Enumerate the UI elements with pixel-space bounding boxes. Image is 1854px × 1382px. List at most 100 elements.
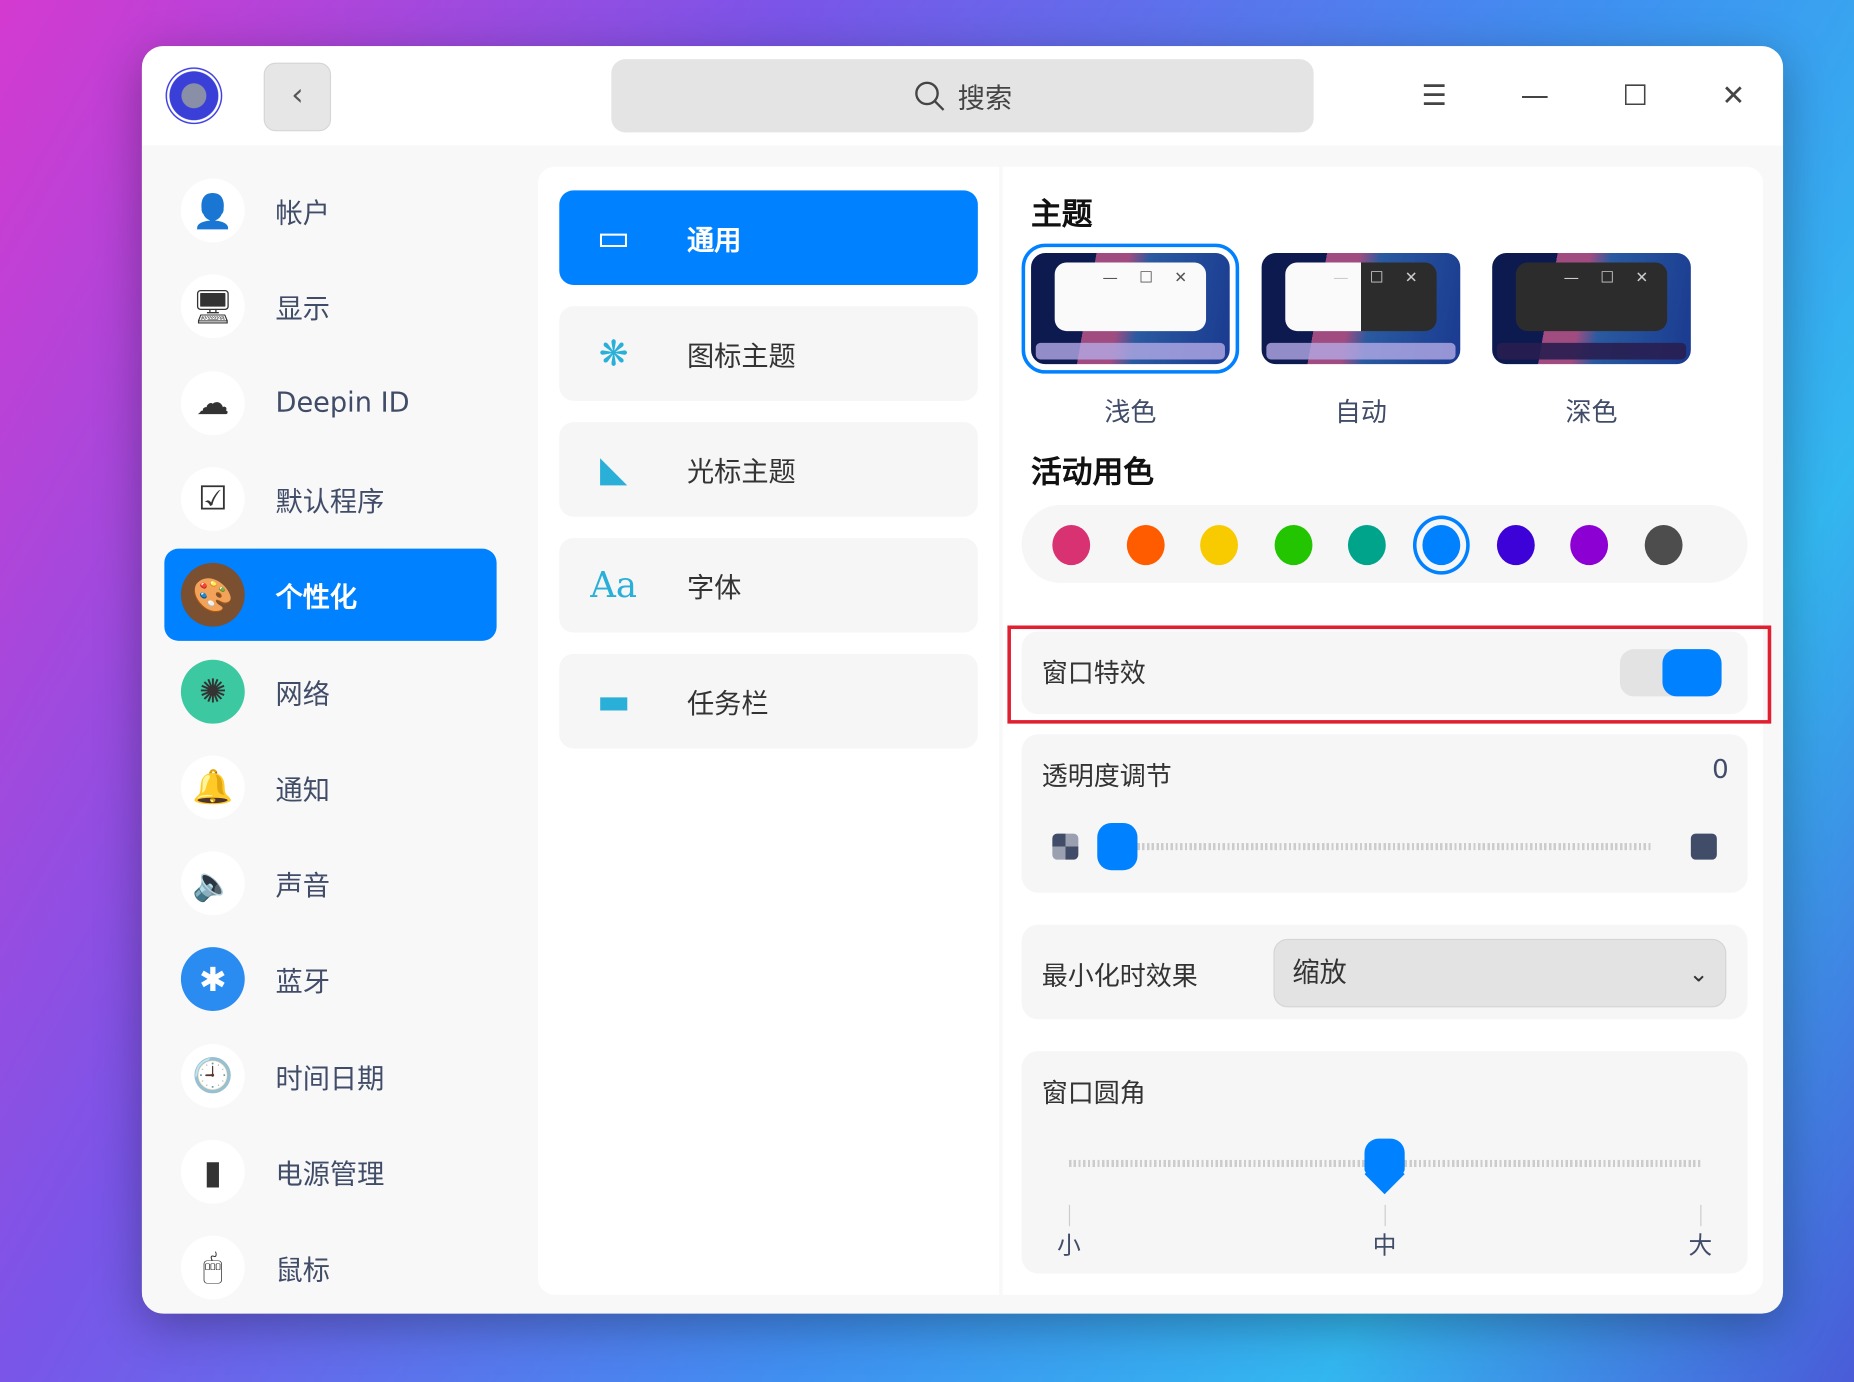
slider-tick	[1384, 1204, 1386, 1227]
sidebar-item-label: 显示	[275, 294, 330, 326]
sidebar-item[interactable]: 🎨 个性化	[164, 548, 497, 642]
theme-preview-button-icon: ☐	[1600, 269, 1615, 288]
submenu-item[interactable]: Aa 字体	[559, 537, 978, 633]
accent-color-swatch[interactable]	[1348, 524, 1387, 566]
theme-preview-button-icon: —	[1102, 269, 1118, 288]
slider-tick-label: 小	[1057, 1230, 1081, 1260]
taskbar-icon: ▬	[596, 680, 631, 722]
transparency-card: 透明度调节 0	[1021, 734, 1748, 893]
slider-tick	[1700, 1204, 1702, 1227]
sidebar-item-label: 蓝牙	[275, 967, 330, 999]
transparency-label: 透明度调节	[1041, 762, 1172, 793]
mouse-icon: 🖱	[180, 1235, 245, 1300]
account-icon: 👤	[180, 178, 245, 243]
submenu-item-label: 图标主题	[686, 341, 796, 373]
minimize-effect-label: 最小化时效果	[1041, 962, 1198, 993]
power-icon: ▮	[180, 1139, 245, 1204]
transparency-slider-thumb[interactable]	[1097, 822, 1138, 871]
menu-button[interactable]: ☰	[1411, 72, 1458, 119]
sidebar-item[interactable]: ✱ 蓝牙	[164, 933, 496, 1025]
sidebar-item-label: 个性化	[275, 583, 358, 614]
accent-color-swatch[interactable]	[1052, 524, 1091, 566]
icon-theme-icon: ❋	[598, 332, 629, 375]
close-button[interactable]: ✕	[1710, 72, 1757, 119]
theme-heading: 主题	[1031, 197, 1093, 233]
theme-preview-window: — ☐ ✕	[1054, 262, 1207, 332]
accent-color-swatch[interactable]	[1200, 524, 1239, 566]
cursor-theme-icon: ◣	[600, 448, 628, 491]
minimize-button[interactable]: —	[1511, 72, 1558, 119]
theme-preview-window: — ☐ ✕	[1285, 262, 1437, 332]
submenu-item-label: 通用	[686, 225, 742, 257]
theme-preview-button-icon: —	[1563, 269, 1580, 288]
minimize-effect-value: 缩放	[1292, 957, 1347, 989]
sidebar-item[interactable]: ☁ Deepin ID	[164, 357, 496, 449]
theme-label: 自动	[1334, 398, 1387, 429]
search-placeholder: 搜索	[957, 83, 1013, 115]
window-effect-toggle[interactable]	[1619, 649, 1722, 697]
accent-color-picker	[1021, 504, 1748, 583]
notification-icon: 🔔	[180, 755, 245, 820]
theme-preview-button-icon: ☐	[1369, 269, 1384, 288]
general-icon: ▭	[596, 216, 631, 259]
theme-preview-button-icon: ✕	[1404, 269, 1418, 288]
submenu-item[interactable]: ❋ 图标主题	[559, 306, 978, 401]
accent-color-swatch[interactable]	[1496, 524, 1535, 566]
transparency-value: 0	[1712, 755, 1729, 786]
control-center-window: ‹ 搜索 ☰ — ☐ ✕ 👤 帐户 🖥 显示 ☁ Deepin ID ☑ 默认程序 🎨 个性化 ✺ 网…	[141, 46, 1784, 1314]
sidebar-item-label: 默认程序	[275, 487, 385, 518]
personalization-icon: 🎨	[180, 563, 245, 627]
theme-preview-dock	[1035, 342, 1225, 360]
sidebar-item[interactable]: 🔔 通知	[164, 741, 496, 833]
sidebar-item[interactable]: ▮ 电源管理	[164, 1126, 496, 1218]
theme-preview-button-icon: ✕	[1174, 269, 1188, 288]
theme-option[interactable]: — ☐ ✕	[1492, 253, 1691, 365]
submenu-item[interactable]: ▬ 任务栏	[559, 653, 978, 749]
sidebar-item-label: 鼠标	[275, 1256, 330, 1287]
submenu-panel: ▭ 通用 ❋ 图标主题 ◣ 光标主题 Aa 字体 ▬ 任务栏	[537, 166, 1000, 1295]
sidebar-item[interactable]: 👤 帐户	[164, 164, 496, 256]
accent-color-swatch[interactable]	[1126, 524, 1165, 566]
transparency-slider-track[interactable]	[1137, 843, 1653, 851]
submenu-item[interactable]: ▭ 通用	[559, 190, 978, 285]
slider-tick	[1068, 1204, 1071, 1227]
accent-color-swatch[interactable]	[1570, 524, 1609, 566]
submenu-item[interactable]: ◣ 光标主题	[559, 422, 978, 517]
sidebar-item-label: 电源管理	[275, 1159, 385, 1191]
theme-option[interactable]: — ☐ ✕	[1261, 253, 1461, 365]
submenu-item-label: 任务栏	[686, 689, 769, 721]
slider-tick-label: 中	[1372, 1230, 1397, 1260]
display-icon: 🖥	[180, 274, 245, 339]
sidebar-item-label: Deepin ID	[275, 387, 410, 419]
theme-preview-window: — ☐ ✕	[1515, 262, 1668, 332]
submenu-item-label: 光标主题	[686, 457, 796, 489]
theme-preview-dock	[1496, 342, 1687, 360]
search-input[interactable]: 搜索	[611, 59, 1314, 133]
submenu-item-label: 字体	[686, 573, 742, 605]
sidebar-item-label: 通知	[275, 775, 330, 807]
sidebar-item[interactable]: 🕘 时间日期	[164, 1030, 496, 1122]
back-button[interactable]: ‹	[263, 62, 332, 132]
sidebar-item-label: 声音	[275, 871, 330, 903]
sidebar-item[interactable]: ✺ 网络	[164, 645, 496, 737]
datetime-icon: 🕘	[180, 1043, 245, 1108]
sidebar-item[interactable]: 🖱 鼠标	[164, 1222, 496, 1314]
window-effect-label: 窗口特效	[1041, 659, 1146, 690]
sidebar-item[interactable]: ☑ 默认程序	[164, 453, 496, 545]
accent-color-swatch[interactable]	[1274, 524, 1313, 566]
sidebar-item[interactable]: 🖥 显示	[164, 260, 496, 352]
transparency-high-icon	[1690, 833, 1717, 860]
window-corner-card: 窗口圆角 小 中 大	[1021, 1051, 1748, 1274]
sidebar-item[interactable]: 🔈 声音	[164, 837, 496, 929]
default-apps-icon: ☑	[180, 466, 245, 531]
slider-tick-label: 大	[1688, 1230, 1713, 1260]
theme-option[interactable]: — ☐ ✕	[1021, 243, 1240, 374]
titlebar: ‹ 搜索 ☰ — ☐ ✕	[141, 46, 1784, 146]
maximize-button[interactable]: ☐	[1612, 72, 1659, 119]
theme-preview-button-icon: ☐	[1139, 269, 1153, 288]
accent-color-swatch[interactable]	[1422, 524, 1461, 566]
bluetooth-icon: ✱	[180, 947, 245, 1012]
minimize-effect-select[interactable]: 缩放 ⌄	[1273, 938, 1727, 1008]
window-corner-label: 窗口圆角	[1041, 1079, 1146, 1110]
accent-color-swatch[interactable]	[1644, 524, 1683, 566]
